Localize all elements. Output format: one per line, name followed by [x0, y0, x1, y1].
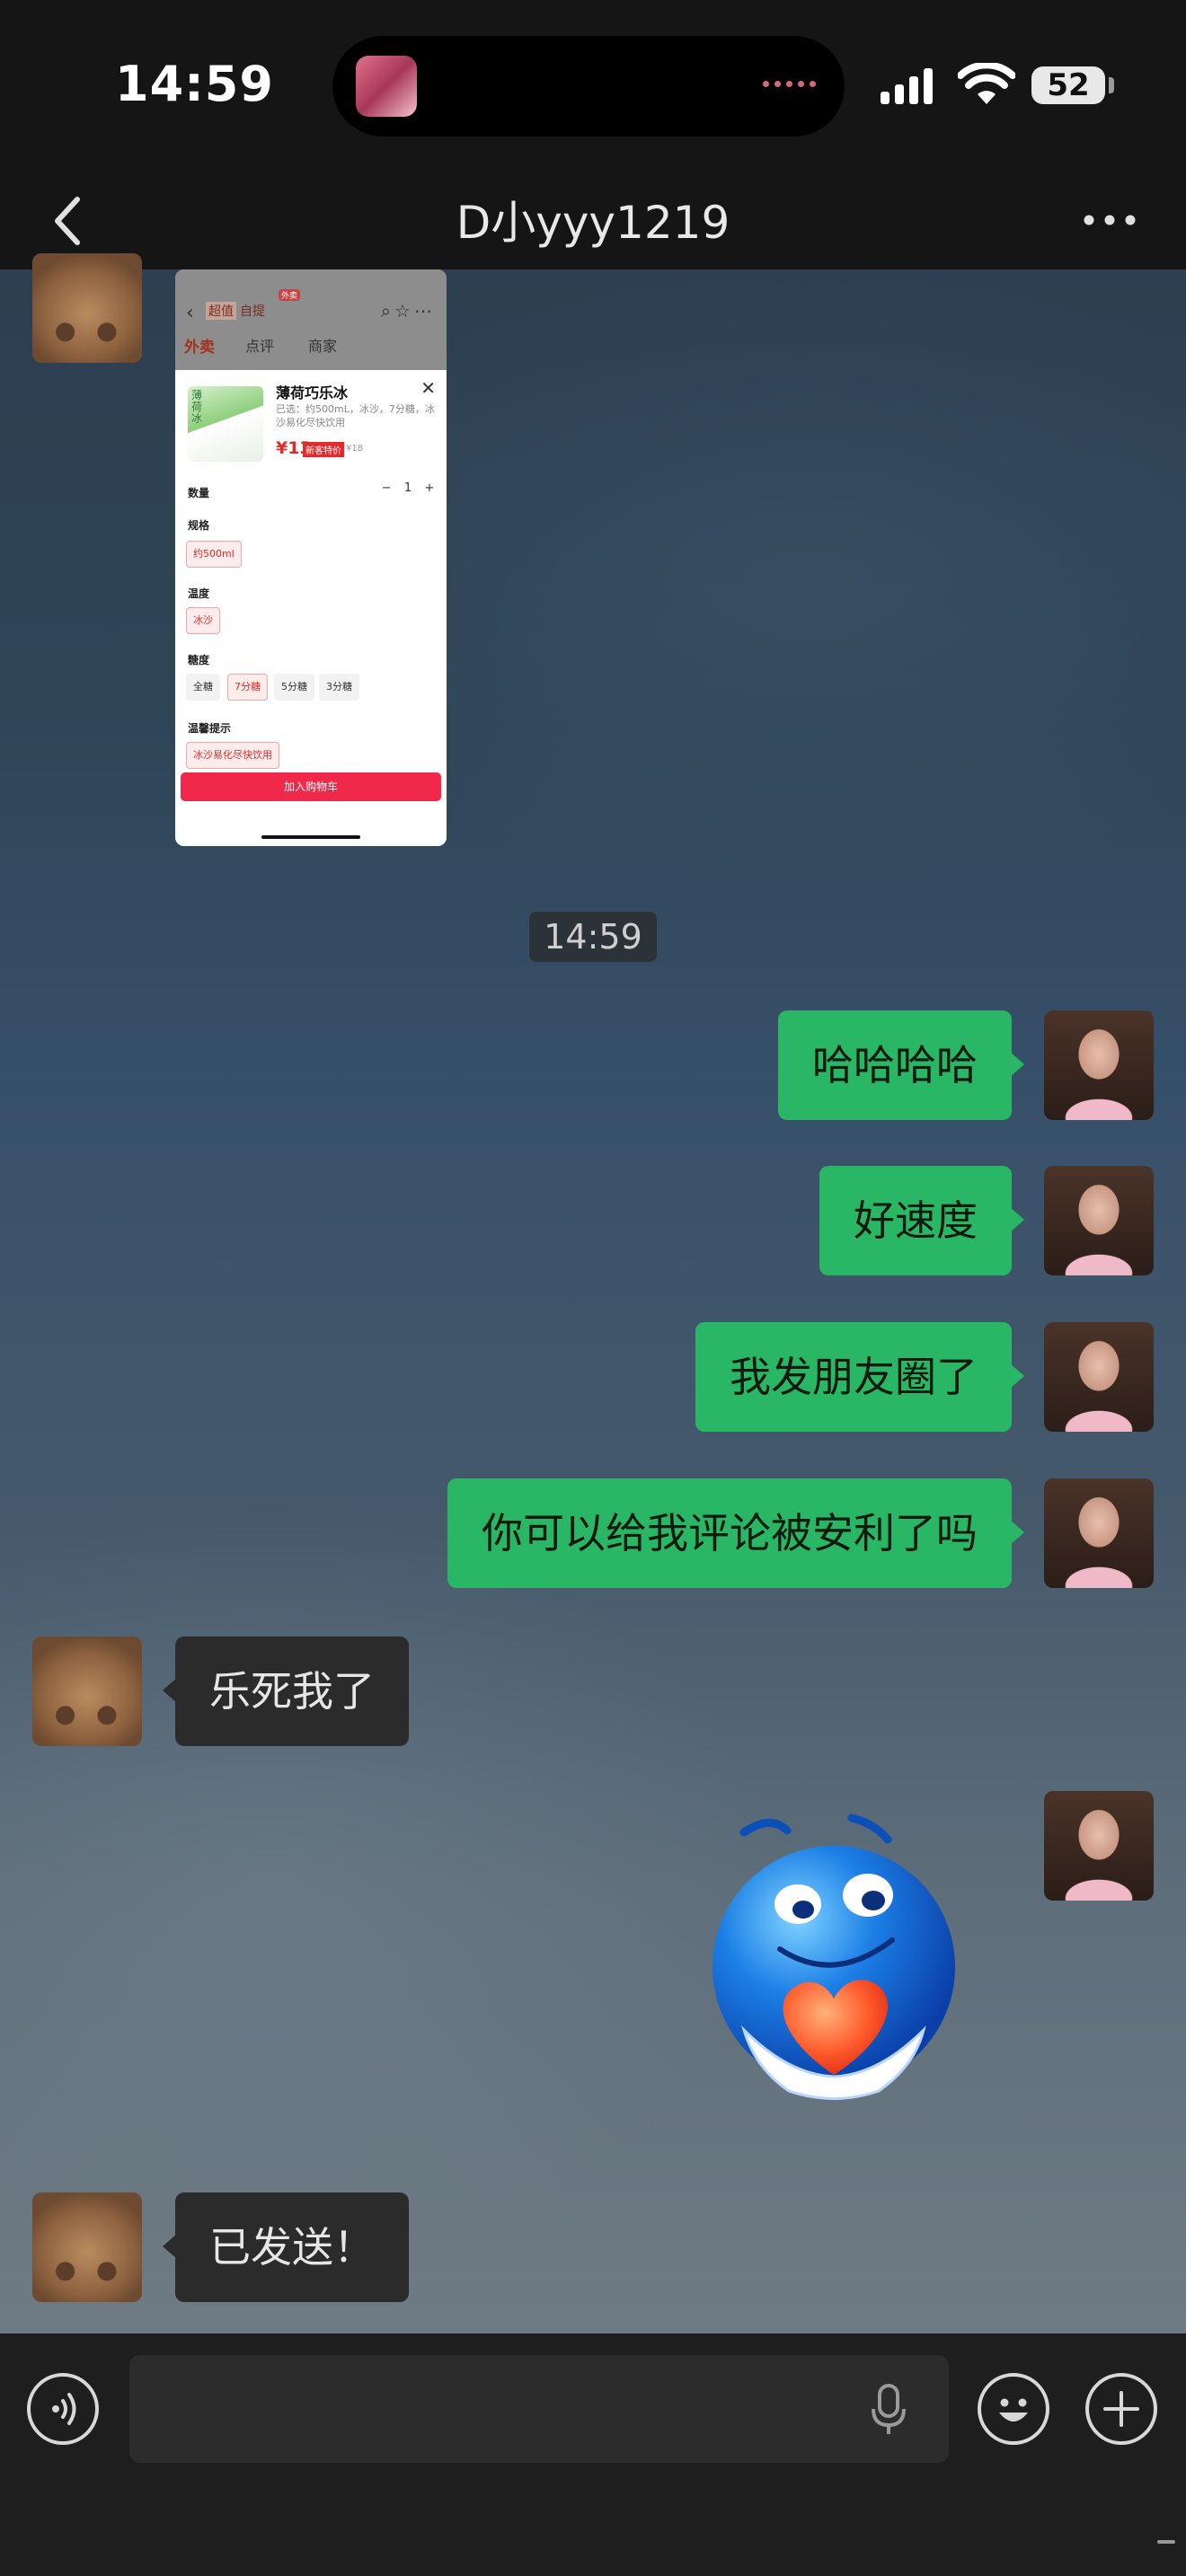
thumbnail-label: 薄荷冰	[191, 389, 203, 425]
chat-header: D小yyy1219	[0, 171, 1186, 269]
bubble-tail	[163, 2234, 177, 2259]
bubble-tail	[1010, 1363, 1024, 1389]
product-name: 薄荷巧乐冰	[276, 384, 349, 401]
more-functions-button[interactable]	[1085, 2373, 1157, 2445]
quantity-value: 1	[403, 481, 412, 495]
self-avatar[interactable]	[1044, 1010, 1154, 1120]
self-avatar[interactable]	[1044, 1791, 1154, 1901]
message-timestamp: 14:59	[529, 912, 657, 962]
sugar-option: 7分糖	[227, 674, 268, 701]
dynamic-island[interactable]	[332, 36, 845, 137]
message-bubble[interactable]: 你可以给我评论被安利了吗	[447, 1478, 1024, 1588]
cellular-signal-icon	[881, 65, 933, 104]
screenshot-tab: 点评	[245, 338, 275, 355]
status-bar: 14:59 52	[0, 0, 1186, 171]
spec-option: 约500ml	[186, 541, 242, 568]
image-message[interactable]: ‹ 超值 自提 外卖 ⌕☆⋯ 外卖 点评 商家 薄荷冰 ✕ 薄荷巧乐冰 已选：约…	[175, 269, 447, 846]
smiley-icon	[999, 2398, 1028, 2422]
message-text: 我发朋友圈了	[730, 1353, 978, 1401]
screenshot-back-icon: ‹	[186, 302, 194, 324]
peer-avatar[interactable]	[32, 2192, 142, 2302]
screenshot-tab: 外卖	[184, 339, 215, 357]
peer-avatar[interactable]	[32, 253, 142, 363]
bubble-tail	[163, 1678, 177, 1703]
message-text: 好速度	[854, 1196, 978, 1245]
screenshot-tab: 商家	[308, 338, 338, 355]
voice-wave-icon	[52, 2393, 76, 2425]
chat-title: D小yyy1219	[456, 197, 730, 249]
screenshot-tag: 超值	[206, 302, 236, 320]
status-time: 14:59	[115, 56, 274, 112]
sugar-option: 5分糖	[274, 674, 314, 701]
bubble-tail	[1010, 1052, 1024, 1077]
audio-wave-icon	[763, 81, 816, 87]
product-thumbnail: 薄荷冰	[188, 386, 263, 462]
product-options-sheet: 薄荷冰 ✕ 薄荷巧乐冰 已选：约500mL，冰沙，7分糖，冰沙易化尽快饮用 ¥1…	[175, 370, 447, 846]
sugar-label: 糖度	[188, 654, 210, 666]
tip-option: 冰沙易化尽快饮用	[186, 742, 279, 769]
wifi-icon	[958, 63, 1015, 104]
screenshot-tag: 自提	[240, 304, 265, 319]
sugar-option: 全糖	[186, 674, 220, 701]
spec-label: 规格	[188, 519, 210, 532]
peer-avatar[interactable]	[32, 1636, 142, 1746]
quantity-stepper: − 1 +	[380, 481, 436, 495]
screenshot-home-indicator	[261, 835, 360, 839]
message-bubble[interactable]: 我发朋友圈了	[695, 1322, 1024, 1432]
screenshot-app-header: ‹ 超值 自提 外卖 ⌕☆⋯ 外卖 点评 商家	[175, 269, 447, 370]
now-playing-thumbnail	[356, 56, 417, 117]
quantity-label: 数量	[188, 487, 210, 499]
voice-toggle-button[interactable]	[27, 2373, 99, 2445]
message-bubble[interactable]: 好速度	[819, 1166, 1024, 1275]
temperature-label: 温度	[188, 587, 210, 600]
plus-icon: +	[424, 481, 435, 495]
product-description: 已选：约500mL，冰沙，7分糖，冰沙易化尽快饮用	[276, 403, 435, 428]
minus-icon: −	[381, 481, 392, 495]
message-text: 你可以给我评论被安利了吗	[482, 1509, 978, 1557]
message-bubble[interactable]: 已发送！	[163, 2192, 409, 2302]
microphone-icon[interactable]	[866, 2382, 911, 2436]
more-options-icon[interactable]	[1069, 189, 1150, 251]
tip-label: 温馨提示	[188, 722, 232, 735]
screenshot-toolbar-icons: ⌕☆⋯	[380, 300, 436, 322]
bubble-tail	[1010, 1207, 1024, 1232]
home-indicator	[1157, 2540, 1175, 2544]
plus-icon	[1103, 2391, 1139, 2427]
message-input[interactable]	[129, 2355, 949, 2463]
price-badge: 新客特价	[303, 442, 344, 457]
temperature-option: 冰沙	[186, 607, 220, 634]
message-text: 已发送！	[209, 2223, 375, 2272]
original-price: ¥18	[346, 444, 364, 454]
message-bubble[interactable]: 哈哈哈哈	[778, 1010, 1024, 1120]
chat-input-bar	[0, 2333, 1186, 2576]
message-bubble[interactable]: 乐死我了	[163, 1636, 409, 1746]
message-text: 哈哈哈哈	[812, 1041, 978, 1090]
self-avatar[interactable]	[1044, 1166, 1154, 1275]
bubble-tail	[1010, 1520, 1024, 1545]
close-icon: ✕	[420, 377, 436, 399]
message-text: 乐死我了	[209, 1667, 375, 1716]
battery-tip	[1109, 77, 1114, 93]
emoji-button[interactable]	[978, 2373, 1049, 2445]
screenshot-tag: 外卖	[279, 289, 301, 301]
add-to-cart-button: 加入购物车	[181, 772, 441, 801]
battery-icon: 52	[1031, 66, 1105, 104]
self-avatar[interactable]	[1044, 1478, 1154, 1588]
self-avatar[interactable]	[1044, 1322, 1154, 1432]
blue-smiley-heart-sticker[interactable]	[708, 1805, 960, 2111]
sugar-option: 3分糖	[319, 674, 359, 701]
